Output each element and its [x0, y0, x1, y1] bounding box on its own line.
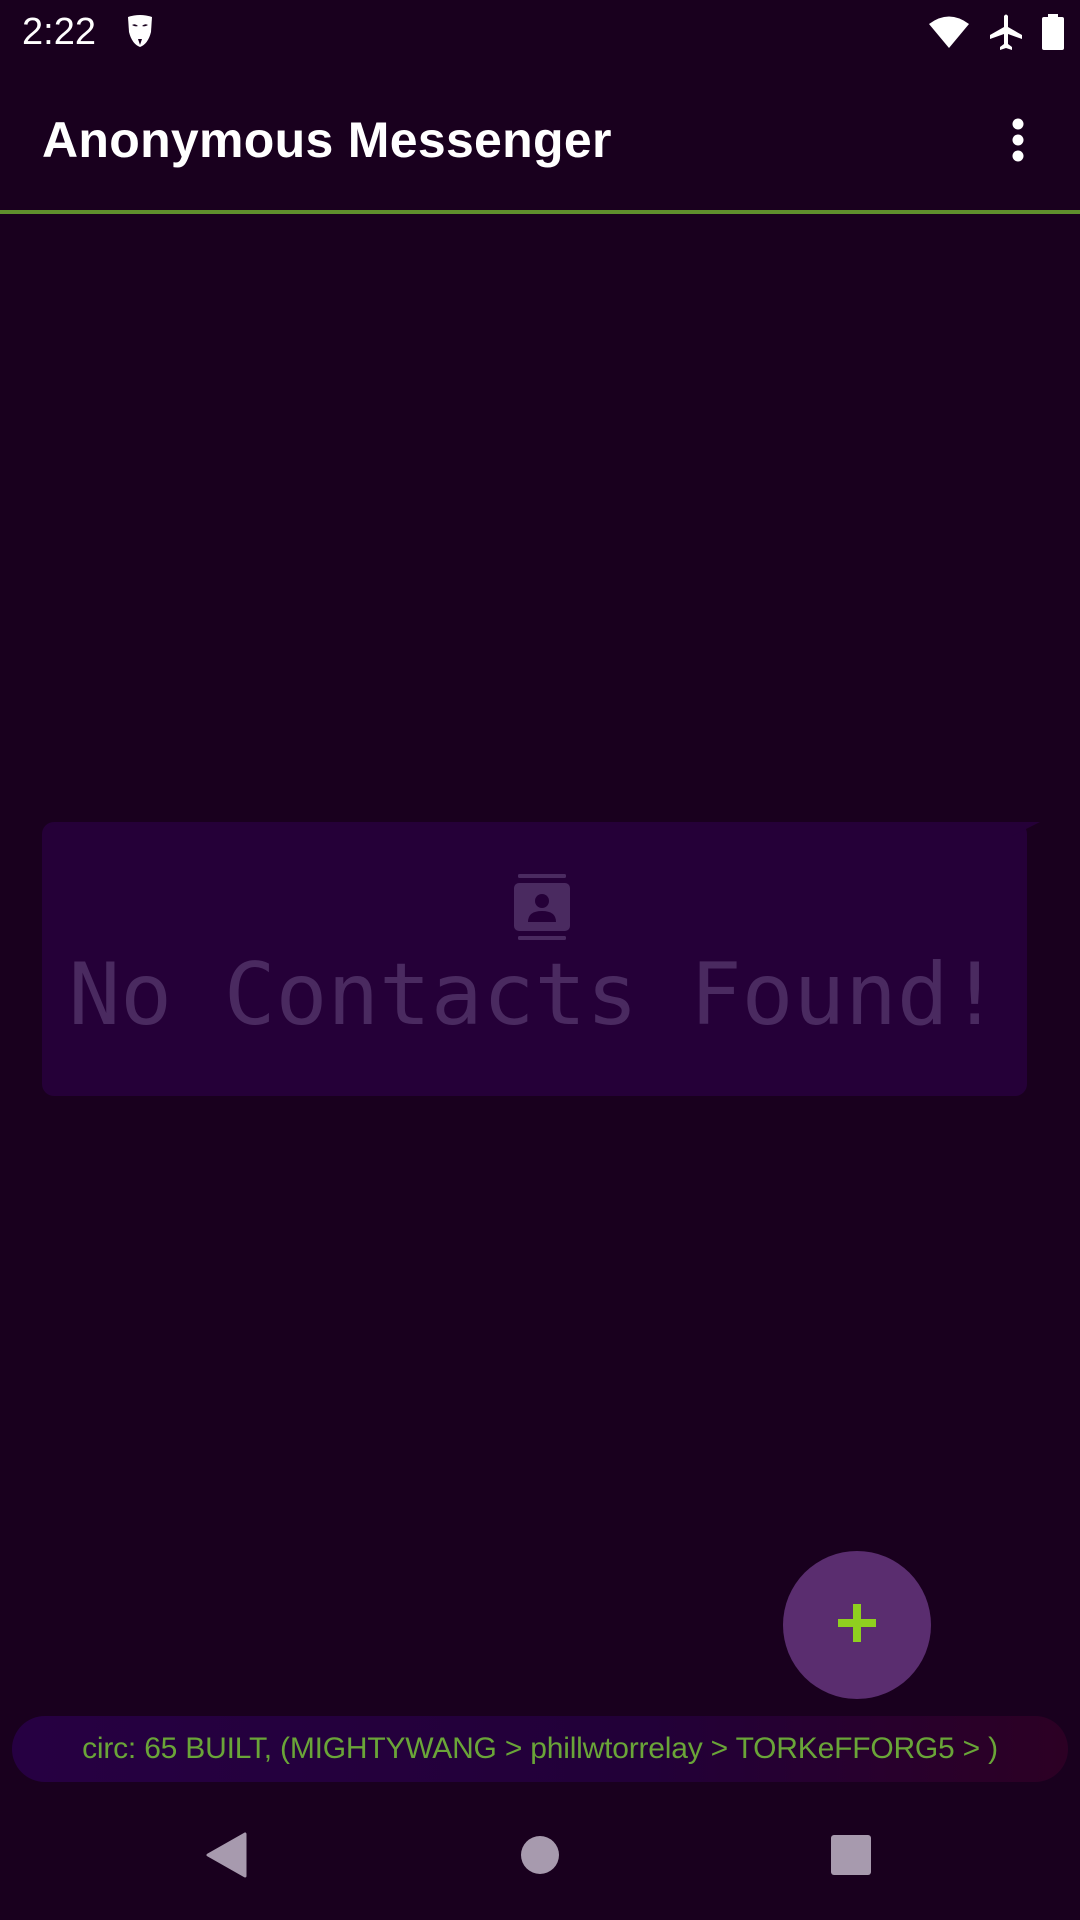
- empty-state-message: No Contacts Found!: [68, 945, 1001, 1045]
- wifi-icon: [928, 15, 970, 49]
- recents-button[interactable]: [806, 1812, 896, 1902]
- add-contact-button[interactable]: [783, 1551, 931, 1699]
- status-bar: 2:22: [0, 0, 1080, 64]
- back-icon: [205, 1832, 247, 1883]
- app-toolbar: Anonymous Messenger: [0, 64, 1080, 210]
- overflow-menu-button[interactable]: [976, 100, 1060, 184]
- airplane-mode-icon: [988, 13, 1024, 51]
- home-icon: [520, 1835, 560, 1880]
- page-title: Anonymous Messenger: [42, 112, 612, 168]
- add-icon: [838, 1603, 876, 1647]
- tor-circuit-status-banner: circ: 65 BUILT, (MIGHTYWANG > phillwtorr…: [12, 1716, 1068, 1782]
- back-button[interactable]: [181, 1812, 271, 1902]
- status-icons: [928, 12, 1064, 52]
- app-screen: 2:22 Anonymous Messenger No Contacts Fou…: [0, 0, 1080, 1920]
- more-vert-icon: [1011, 118, 1025, 167]
- toolbar-divider: [0, 210, 1080, 214]
- home-button[interactable]: [495, 1812, 585, 1902]
- anonymous-mask-icon: [126, 14, 154, 48]
- recents-icon: [831, 1834, 871, 1880]
- circuit-status-text: circ: 65 BUILT, (MIGHTYWANG > phillwtorr…: [82, 1732, 998, 1765]
- status-time: 2:22: [22, 11, 96, 53]
- contact-card-icon: [514, 874, 570, 940]
- battery-icon: [1042, 14, 1064, 50]
- system-navigation-bar: [0, 1792, 1080, 1920]
